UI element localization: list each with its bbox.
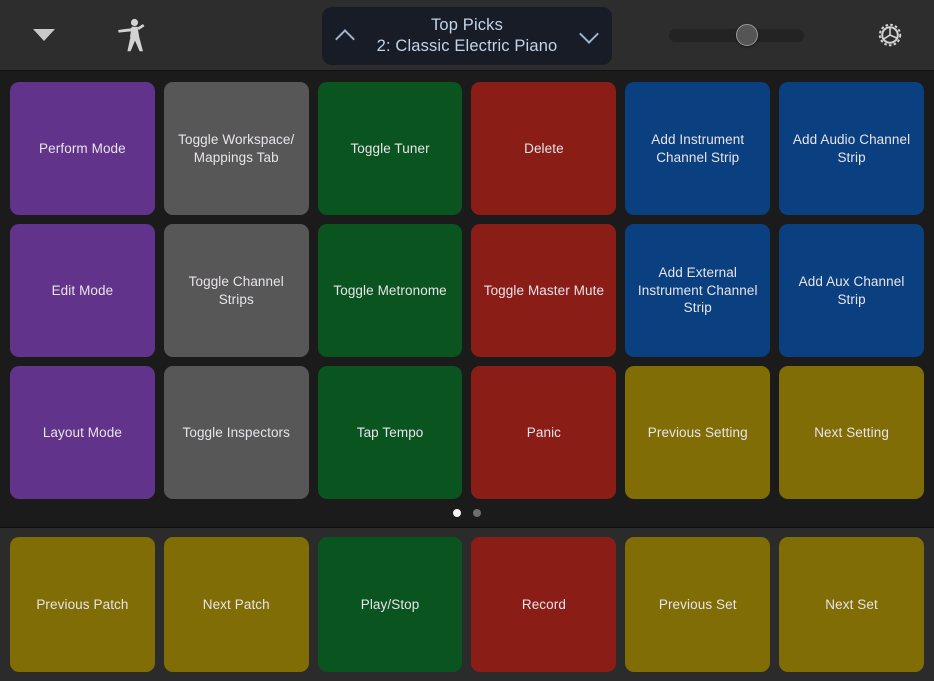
transport-pad-grid: Previous Patch Next Patch Play/Stop Record P… xyxy=(10,537,924,672)
slider-knob[interactable] xyxy=(736,24,759,46)
pad-label: Toggle Metronome xyxy=(333,282,447,298)
pad-panic[interactable]: Panic xyxy=(471,366,617,499)
page-dot-1[interactable] xyxy=(453,509,461,517)
performer-icon xyxy=(118,18,145,52)
pad-label: Toggle Workspace/ Mappings Tab xyxy=(178,131,295,165)
pad-label: Tap Tempo xyxy=(356,424,424,440)
pad-toggle-channel-strips[interactable]: Toggle Channel Strips xyxy=(163,224,309,357)
pad-previous-patch[interactable]: Previous Patch xyxy=(10,537,155,672)
patch-set-name: Top Picks xyxy=(431,15,503,34)
pad-label: Next Patch xyxy=(202,596,270,612)
pad-next-set[interactable]: Next Set xyxy=(779,537,924,672)
pad-play-stop[interactable]: Play/Stop xyxy=(317,537,463,672)
pad-label: Toggle Tuner xyxy=(350,140,430,156)
pad-label: Add Instrument Channel Strip xyxy=(651,131,745,165)
transport-bar: Previous Patch Next Patch Play/Stop Record P… xyxy=(0,527,934,681)
pad-next-setting[interactable]: Next Setting xyxy=(779,366,924,499)
toolbar-right-group xyxy=(669,13,912,57)
pad-grid-area: Perform Mode Toggle Workspace/ Mappings T… xyxy=(0,71,934,527)
pad-label: Previous Set xyxy=(658,596,737,612)
pad-label: Add Aux Channel Strip xyxy=(798,273,905,307)
triangle-down-icon xyxy=(33,29,55,41)
chevron-down-icon[interactable] xyxy=(578,25,600,47)
pad-label: Layout Mode xyxy=(42,424,122,440)
pad-label: Record xyxy=(521,596,566,612)
pad-previous-set[interactable]: Previous Set xyxy=(625,537,771,672)
pad-toggle-master-mute[interactable]: Toggle Master Mute xyxy=(471,224,617,357)
pad-label: Next Setting xyxy=(814,424,889,440)
patch-name: 2: Classic Electric Piano xyxy=(376,37,558,55)
pad-label: Panic xyxy=(526,424,562,440)
gear-icon xyxy=(878,23,902,47)
menu-button[interactable] xyxy=(22,13,66,57)
pad-label: Toggle Inspectors xyxy=(182,424,290,440)
pad-label: Previous Setting xyxy=(647,424,748,440)
master-volume-slider[interactable] xyxy=(669,21,804,49)
toolbar-left-group xyxy=(22,13,154,57)
page-indicator xyxy=(10,499,924,527)
pad-label: Toggle Channel Strips xyxy=(188,273,284,307)
pad-add-instrument-channel-strip[interactable]: Add Instrument Channel Strip xyxy=(625,82,771,215)
pad-next-patch[interactable]: Next Patch xyxy=(163,537,309,672)
pad-label: Add External Instrument Channel Strip xyxy=(637,264,758,316)
chevron-up-icon[interactable] xyxy=(334,25,356,47)
patch-selector-text: Top Picks 2: Classic Electric Piano xyxy=(356,15,578,57)
pad-label: Delete xyxy=(524,140,564,156)
page-dot-2[interactable] xyxy=(473,509,481,517)
pad-label: Edit Mode xyxy=(51,282,114,298)
pad-layout-mode[interactable]: Layout Mode xyxy=(10,366,155,499)
pad-label: Previous Patch xyxy=(36,596,129,612)
toolbar: Top Picks 2: Classic Electric Piano xyxy=(0,0,934,71)
pad-toggle-metronome[interactable]: Toggle Metronome xyxy=(317,224,463,357)
pad-previous-setting[interactable]: Previous Setting xyxy=(625,366,771,499)
pad-toggle-inspectors[interactable]: Toggle Inspectors xyxy=(163,366,309,499)
pad-delete[interactable]: Delete xyxy=(471,82,617,215)
pad-label: Next Set xyxy=(825,596,878,612)
pad-toggle-workspace-mappings-tab[interactable]: Toggle Workspace/ Mappings Tab xyxy=(163,82,309,215)
remote-controls-screen: Top Picks 2: Classic Electric Piano Perf… xyxy=(0,0,934,681)
pad-add-external-instrument-channel-strip[interactable]: Add External Instrument Channel Strip xyxy=(625,224,771,357)
pad-perform-mode[interactable]: Perform Mode xyxy=(10,82,155,215)
pad-add-audio-channel-strip[interactable]: Add Audio Channel Strip xyxy=(779,82,924,215)
pad-tap-tempo[interactable]: Tap Tempo xyxy=(317,366,463,499)
pad-record[interactable]: Record xyxy=(471,537,617,672)
pad-label: Perform Mode xyxy=(39,140,126,156)
patch-selector[interactable]: Top Picks 2: Classic Electric Piano xyxy=(322,7,612,65)
pad-label: Toggle Master Mute xyxy=(483,282,605,298)
settings-button[interactable] xyxy=(868,13,912,57)
pad-add-aux-channel-strip[interactable]: Add Aux Channel Strip xyxy=(779,224,924,357)
pad-toggle-tuner[interactable]: Toggle Tuner xyxy=(317,82,463,215)
pad-grid: Perform Mode Toggle Workspace/ Mappings T… xyxy=(10,82,924,499)
pad-label: Play/Stop xyxy=(360,596,420,612)
performer-button[interactable] xyxy=(110,13,154,57)
pad-edit-mode[interactable]: Edit Mode xyxy=(10,224,155,357)
pad-label: Add Audio Channel Strip xyxy=(792,131,911,165)
